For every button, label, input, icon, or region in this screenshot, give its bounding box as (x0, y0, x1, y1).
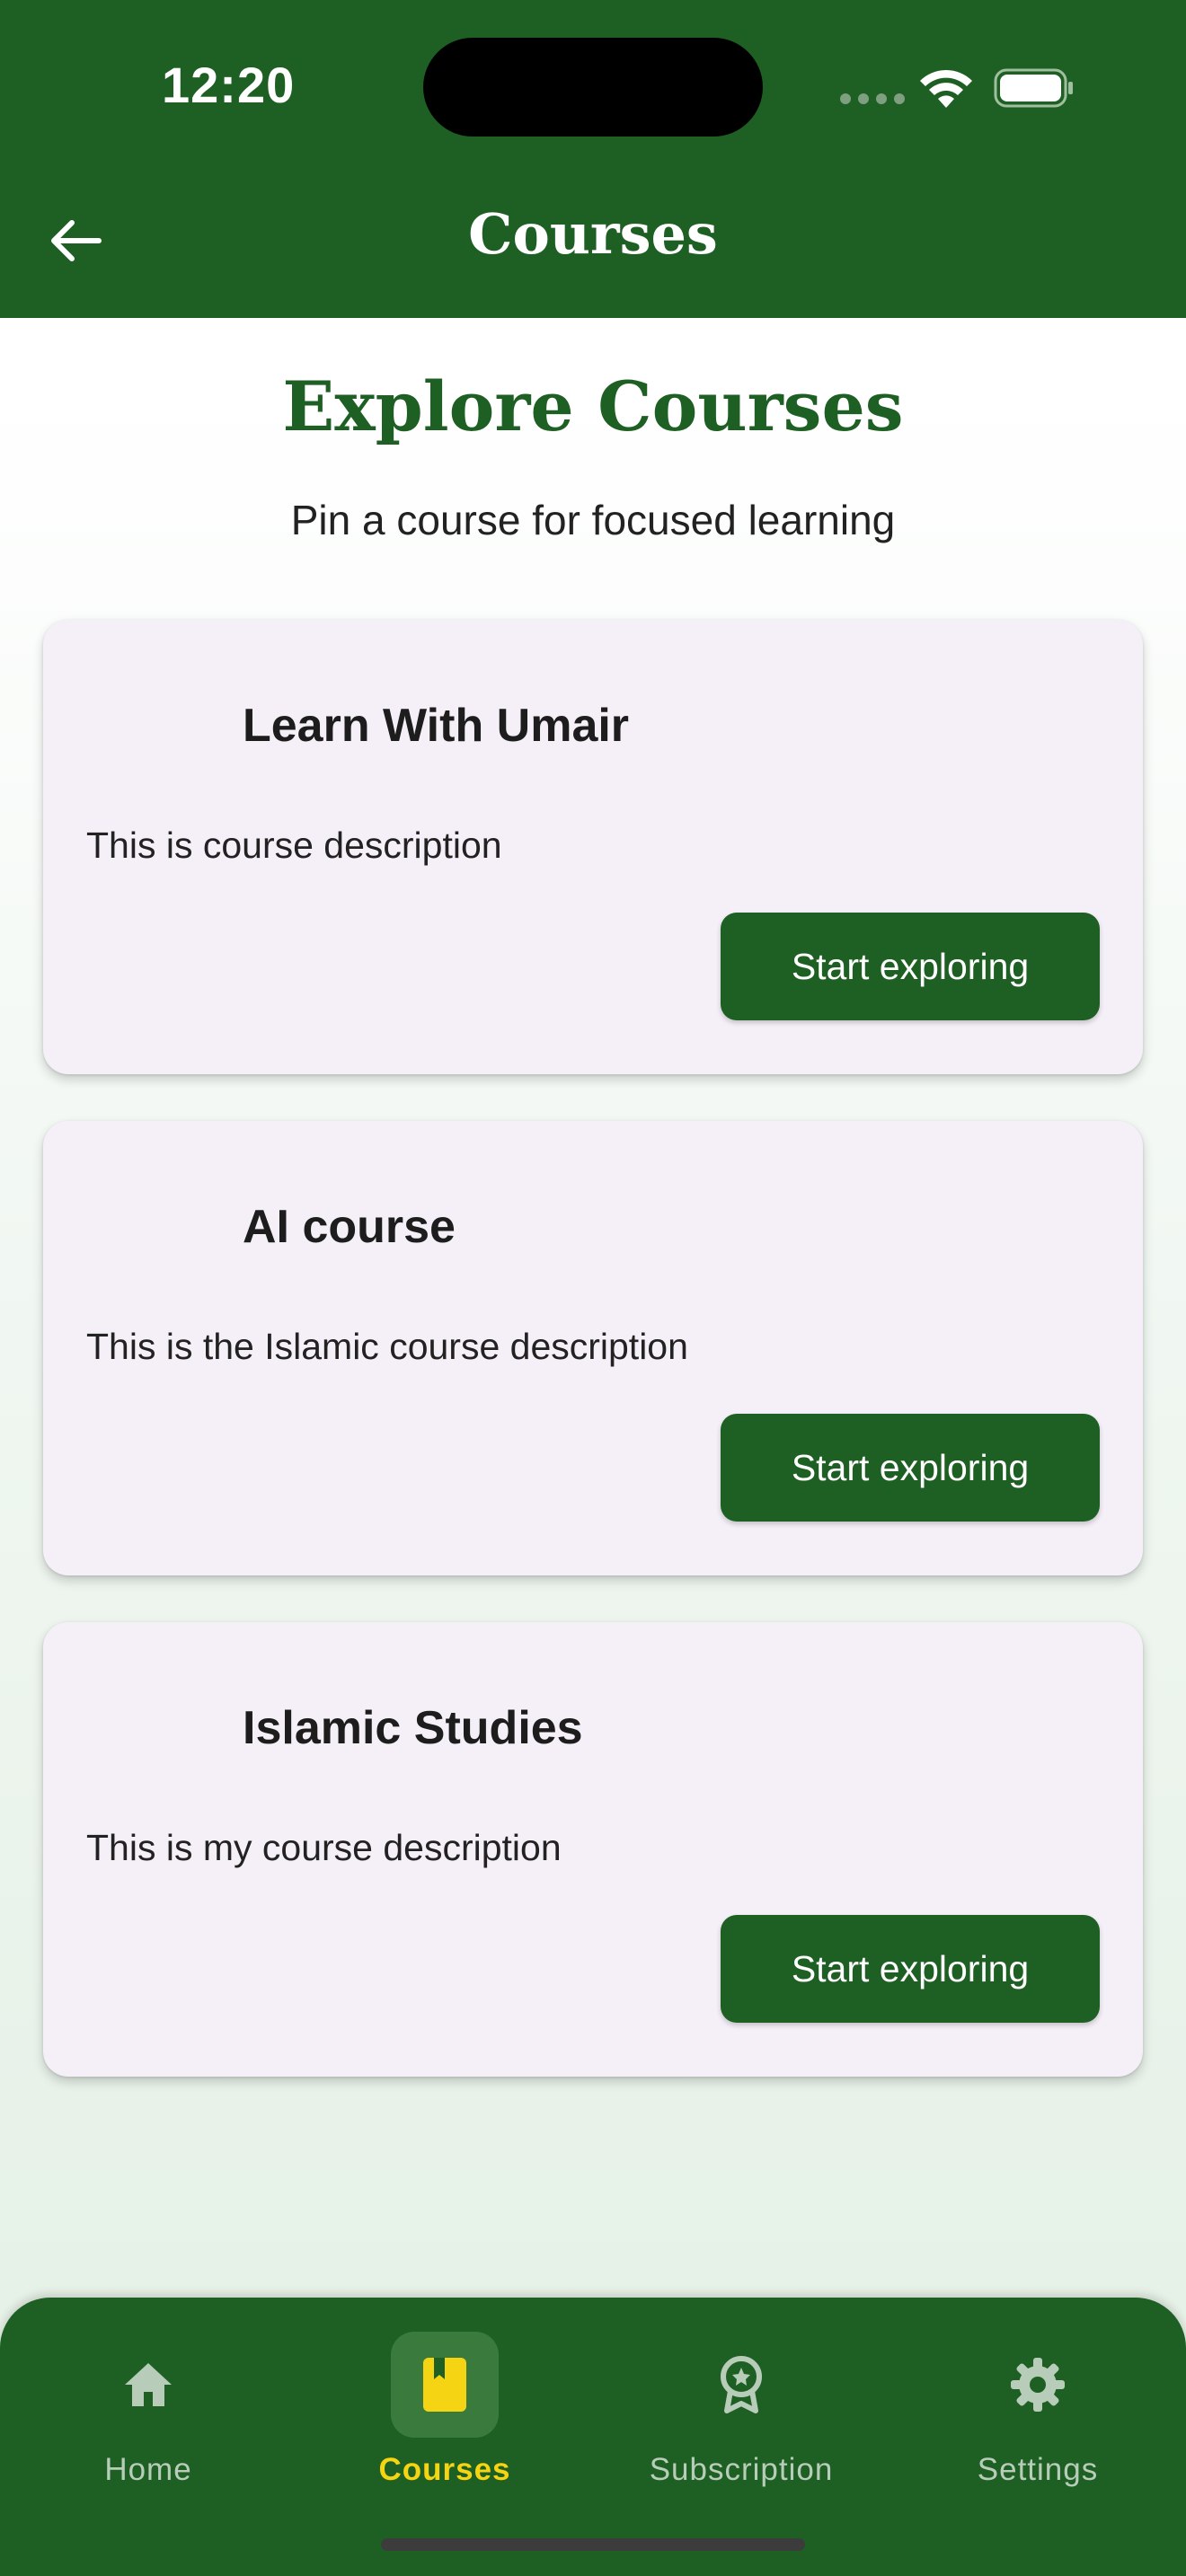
page-title: Explore Courses (282, 366, 904, 446)
app-bar-title: Courses (468, 201, 718, 267)
page-subtitle: Pin a course for focused learning (290, 497, 896, 543)
course-card[interactable]: Learn With Umair This is course descript… (43, 620, 1143, 1074)
course-card[interactable]: AI course This is the Islamic course des… (43, 1121, 1143, 1575)
app-header: 12:20 Courses (0, 0, 1186, 318)
battery-icon (994, 68, 1073, 108)
course-description: This is the Islamic course description (86, 1326, 688, 1367)
nav-item-subscription[interactable]: Subscription (593, 2316, 890, 2513)
cellular-signal-icon (840, 93, 905, 104)
course-card[interactable]: Islamic Studies This is my course descri… (43, 1622, 1143, 2077)
gear-icon (984, 2332, 1092, 2438)
start-exploring-button[interactable]: Start exploring (721, 1915, 1100, 2023)
dynamic-island (423, 38, 763, 137)
home-icon (94, 2332, 202, 2438)
course-description: This is my course description (86, 1827, 562, 1868)
nav-label: Home (104, 2452, 192, 2487)
award-icon (687, 2332, 795, 2438)
course-title: Islamic Studies (243, 1702, 583, 1754)
start-exploring-button[interactable]: Start exploring (721, 913, 1100, 1020)
nav-label: Settings (977, 2452, 1099, 2487)
wifi-icon (920, 69, 972, 108)
course-description: This is course description (86, 825, 502, 866)
course-title: AI course (243, 1201, 456, 1253)
nav-item-settings[interactable]: Settings (890, 2316, 1186, 2513)
home-indicator[interactable] (381, 2538, 805, 2551)
nav-item-courses[interactable]: Courses (296, 2316, 593, 2513)
nav-label: Subscription (649, 2452, 834, 2487)
book-icon (391, 2332, 499, 2438)
nav-label: Courses (378, 2452, 511, 2487)
start-exploring-button[interactable]: Start exploring (721, 1414, 1100, 1522)
course-title: Learn With Umair (243, 700, 630, 752)
bottom-navigation: Home Courses Subscription Settings (0, 2298, 1186, 2576)
status-time: 12:20 (162, 57, 296, 113)
nav-item-home[interactable]: Home (0, 2316, 296, 2513)
